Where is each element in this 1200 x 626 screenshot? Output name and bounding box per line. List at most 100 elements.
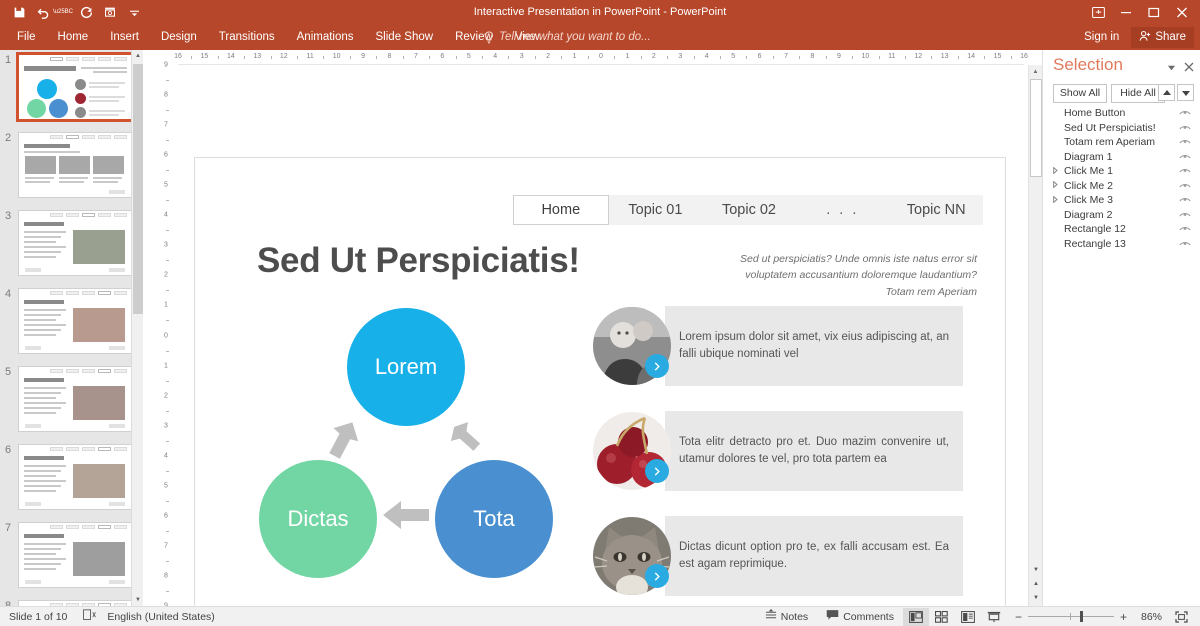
show-all-button[interactable]: Show All <box>1053 84 1107 103</box>
thumbnail-scrollbar[interactable]: ▲ ▼ <box>131 50 143 606</box>
share-button[interactable]: Share <box>1131 26 1194 48</box>
slide-sorter-view-button[interactable] <box>929 608 955 626</box>
next-slide-button[interactable]: ▼ <box>1030 591 1042 604</box>
expand-arrow-icon[interactable] <box>1053 166 1061 176</box>
canvas-scrollbar[interactable]: ▲ ▼ ▲ ▼ <box>1028 65 1042 606</box>
zoom-level-label[interactable]: 86% <box>1135 611 1168 623</box>
selection-list-item[interactable]: Rectangle 13 <box>1043 237 1200 252</box>
slide-canvas[interactable]: Home Topic 01 Topic 02 . . . Topic NN Se… <box>194 157 1006 614</box>
slide-title[interactable]: Sed Ut Perspiciatis! <box>257 241 580 281</box>
tell-me-box[interactable]: Tell me what you want to do... <box>484 24 651 50</box>
slide-thumbnail-row[interactable]: 6 <box>0 442 143 518</box>
slide-thumbnail[interactable] <box>18 444 132 510</box>
tab-home[interactable]: Home <box>47 24 100 50</box>
selection-list-item[interactable]: Click Me 2 <box>1043 179 1200 194</box>
selection-list-item[interactable]: Sed Ut Perspiciatis! <box>1043 121 1200 136</box>
slide-thumbnail-row[interactable]: 1 <box>0 52 143 128</box>
thumbnail-nav-tab <box>66 525 79 529</box>
language-indicator[interactable]: English (United States) <box>107 611 214 623</box>
previous-slide-button[interactable]: ▲ <box>1030 577 1042 590</box>
slide-nav-tab-topic-01[interactable]: Topic 01 <box>609 195 703 225</box>
zoom-knob[interactable] <box>1079 611 1083 622</box>
slide-thumbnail-row[interactable]: 4 <box>0 286 143 362</box>
expand-arrow-icon[interactable] <box>1053 180 1061 190</box>
thumbnail-nav-tab <box>66 447 79 451</box>
chevron-right-icon[interactable] <box>645 354 669 378</box>
selection-list-item[interactable]: Click Me 1 <box>1043 164 1200 179</box>
slide-thumbnail-pane[interactable]: 1 2 3 4 5 6 7 8 ▲ ▼ <box>0 50 143 606</box>
expand-arrow-icon[interactable] <box>1053 195 1061 205</box>
notes-button[interactable]: Notes <box>756 609 817 624</box>
tab-slide-show[interactable]: Slide Show <box>365 24 445 50</box>
slide-thumbnail[interactable] <box>18 522 132 588</box>
pane-options-icon[interactable] <box>1167 59 1176 77</box>
slide-thumbnail-row[interactable]: 8 <box>0 598 143 606</box>
zoom-in-button[interactable]: + <box>1120 611 1127 623</box>
slide-counter[interactable]: Slide 1 of 10 <box>9 611 83 623</box>
comments-button[interactable]: Comments <box>817 609 903 624</box>
diagram-circle-lorem[interactable]: Lorem <box>347 308 465 426</box>
chevron-right-icon[interactable] <box>645 459 669 483</box>
content-card-box[interactable]: Dictas dicunt option pro te, ex falli ac… <box>665 516 963 596</box>
selection-list-item[interactable]: Click Me 3 <box>1043 193 1200 208</box>
content-card[interactable]: Dictas dicunt option pro te, ex falli ac… <box>593 516 963 596</box>
pane-close-icon[interactable] <box>1184 59 1194 77</box>
selection-list-item[interactable]: Diagram 2 <box>1043 208 1200 223</box>
slide-thumbnail-row[interactable]: 2 <box>0 130 143 206</box>
slide-nav-tab-home[interactable]: Home <box>513 195 609 225</box>
tab-animations[interactable]: Animations <box>286 24 365 50</box>
tab-file[interactable]: File <box>6 24 47 50</box>
selection-list-item[interactable]: Totam rem Aperiam <box>1043 135 1200 150</box>
reading-view-button[interactable] <box>955 608 981 626</box>
thumbnail-scroll-thumb[interactable] <box>133 64 143 314</box>
slide-nav-tab-topic-nn[interactable]: Topic NN <box>889 195 983 225</box>
slide-subtitle[interactable]: Sed ut perspiciatis? Unde omnis iste nat… <box>715 251 977 300</box>
tab-design[interactable]: Design <box>150 24 208 50</box>
hide-all-button[interactable]: Hide All <box>1111 84 1165 103</box>
tab-insert[interactable]: Insert <box>99 24 150 50</box>
slide-thumbnail[interactable] <box>18 366 132 432</box>
normal-view-button[interactable] <box>902 607 929 626</box>
slide-nav-tab-ellipsis[interactable]: . . . <box>796 195 890 225</box>
canvas-scroll-down-icon[interactable]: ▼ <box>1030 563 1042 576</box>
cycle-diagram[interactable]: Lorem Tota Dictas <box>259 308 589 598</box>
bring-forward-button[interactable] <box>1158 84 1175 101</box>
eye-visibility-icon[interactable] <box>1179 235 1191 253</box>
content-card[interactable]: Lorem ipsum dolor sit amet, vix eius adi… <box>593 306 963 386</box>
content-card-box[interactable]: Lorem ipsum dolor sit amet, vix eius adi… <box>665 306 963 386</box>
slide-thumbnail[interactable] <box>18 210 132 276</box>
slide-thumbnail-row[interactable]: 5 <box>0 364 143 440</box>
slide-nav-tab-topic-02[interactable]: Topic 02 <box>702 195 796 225</box>
diagram-circle-dictas[interactable]: Dictas <box>259 460 377 578</box>
sign-in-button[interactable]: Sign in <box>1076 31 1127 43</box>
slide-thumbnail[interactable] <box>16 52 134 122</box>
selection-list-item[interactable]: Diagram 1 <box>1043 150 1200 165</box>
restore-icon[interactable] <box>1140 0 1168 24</box>
zoom-out-button[interactable]: − <box>1015 611 1022 623</box>
slide-thumbnail-row[interactable]: 3 <box>0 208 143 284</box>
diagram-circle-tota[interactable]: Tota <box>435 460 553 578</box>
slide-thumbnail-row[interactable]: 7 <box>0 520 143 596</box>
slide-thumbnail[interactable] <box>18 132 132 198</box>
spell-check-icon[interactable] <box>83 608 107 626</box>
zoom-track[interactable] <box>1027 611 1114 622</box>
thumbnail-scroll-down-icon[interactable]: ▼ <box>132 594 143 606</box>
selection-list-item[interactable]: Home Button <box>1043 106 1200 121</box>
canvas-scroll-up-icon[interactable]: ▲ <box>1029 65 1042 78</box>
thumbnail-text-line <box>24 480 66 482</box>
chevron-right-icon[interactable] <box>645 564 669 588</box>
tab-transitions[interactable]: Transitions <box>208 24 286 50</box>
send-backward-button[interactable] <box>1177 84 1194 101</box>
content-card-box[interactable]: Tota elitr detracto pro et. Duo mazim co… <box>665 411 963 491</box>
ribbon-display-options-icon[interactable] <box>1084 0 1112 24</box>
fit-slide-icon[interactable] <box>1168 608 1194 626</box>
content-card[interactable]: Tota elitr detracto pro et. Duo mazim co… <box>593 411 963 491</box>
zoom-slider[interactable]: − + <box>1007 611 1135 623</box>
canvas-scroll-thumb[interactable] <box>1030 79 1042 177</box>
minimize-icon[interactable] <box>1112 0 1140 24</box>
thumbnail-scroll-up-icon[interactable]: ▲ <box>132 50 143 62</box>
slide-thumbnail[interactable] <box>18 288 132 354</box>
close-icon[interactable] <box>1168 0 1196 24</box>
slide-show-button[interactable] <box>981 608 1007 626</box>
selection-list-item[interactable]: Rectangle 12 <box>1043 222 1200 237</box>
